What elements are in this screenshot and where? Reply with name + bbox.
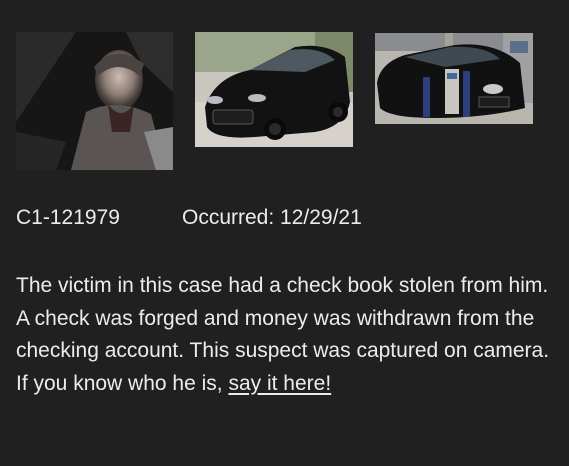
occurred-label: Occurred: [182,206,275,229]
case-id: C1-121979 [16,206,120,229]
occurred-date: 12/29/21 [280,206,362,229]
suspect-photo[interactable] [16,32,173,170]
say-it-here-link[interactable]: say it here! [228,372,331,395]
vehicle-photo-atm[interactable] [375,33,533,124]
case-description: The victim in this case had a check book… [16,270,556,400]
vehicle-photo-atm-image [375,33,533,124]
case-meta: C1-121979 Occurred: 12/29/21 [16,204,362,232]
suspect-photo-image [16,32,173,170]
vehicle-photo-front[interactable] [195,32,353,147]
vehicle-photo-front-image [195,32,353,147]
occurred-info: Occurred: 12/29/21 [182,204,362,232]
